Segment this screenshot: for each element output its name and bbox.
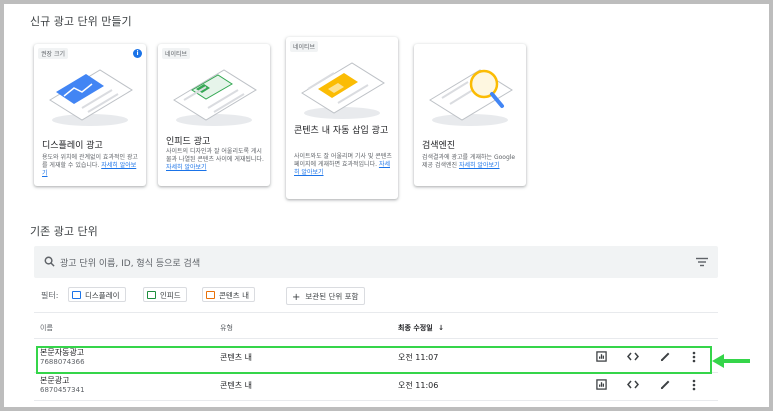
in-article-ad-illustration [301, 62, 385, 119]
search-engine-card[interactable]: 검색엔진 검색결과에 광고를 게재하는 Google 제공 검색엔진 자세히 알… [414, 44, 526, 186]
create-section-title: 신규 광고 단위 만들기 [30, 15, 132, 28]
learn-more-link[interactable]: 자세히 알아보기 [459, 162, 500, 169]
search-engine-illustration [429, 69, 513, 126]
in-article-chip-icon [206, 291, 215, 299]
column-header-format[interactable]: 유형 [220, 323, 233, 333]
info-icon[interactable]: i [133, 49, 142, 58]
card-badge: 네이티브 [290, 41, 319, 52]
report-icon[interactable] [596, 379, 607, 390]
plus-icon: + [292, 292, 301, 303]
display-ad-card[interactable]: 권장 크기 i 디스플레이 광고 용도와 위치에 관계없이 효과적인 광고를 게… [34, 44, 146, 186]
more-vert-icon[interactable] [692, 379, 696, 391]
row-id: 6870457341 [40, 386, 85, 394]
card-badge: 권장 크기 [38, 48, 68, 59]
include-archived-chip[interactable]: + 보관된 단위 포함 [286, 287, 366, 305]
chip-label: 디스플레이 [85, 291, 120, 300]
filter-chip-display[interactable]: 디스플레이 [68, 287, 126, 302]
arrow-left-icon [712, 354, 750, 368]
column-header-modified[interactable]: 최종 수정일 ↓ [398, 323, 444, 333]
chip-label: 콘텐츠 내 [219, 291, 249, 300]
row-name[interactable]: 본문광고 [40, 375, 69, 386]
divider [34, 338, 718, 339]
filter-chip-in-article[interactable]: 콘텐츠 내 [202, 287, 255, 302]
search-bar[interactable]: 광고 단위 이름, ID, 형식 등으로 검색 [34, 246, 718, 278]
filter-label: 필터: [41, 291, 59, 300]
card-title: 디스플레이 광고 [42, 141, 103, 151]
divider [34, 312, 718, 313]
edit-icon[interactable] [660, 379, 671, 390]
infeed-ad-card[interactable]: 네이티브 인피드 광고 사이트의 디자인과 잘 어울리도록 게시물과 나열된 콘… [158, 44, 270, 186]
code-icon[interactable] [627, 380, 639, 389]
card-description: 사이트와도 잘 어울리며 기사 및 콘텐츠 페이지에 게재하면 효과적입니다. … [294, 153, 392, 177]
main-panel: 신규 광고 단위 만들기 권장 크기 i 디스플레이 광고 용도와 위치에 관계… [4, 4, 769, 407]
chip-label: 인피드 [160, 291, 181, 300]
highlight-box [36, 346, 712, 374]
chip-label: 보관된 단위 포함 [305, 292, 359, 301]
filter-list-icon[interactable] [696, 257, 708, 267]
row-modified: 오전 11:06 [398, 381, 439, 390]
card-description: 검색결과에 광고를 게재하는 Google 제공 검색엔진 자세히 알아보기 [422, 154, 520, 170]
card-title: 검색엔진 [422, 141, 456, 151]
card-title: 인피드 광고 [166, 137, 211, 147]
column-header-modified-label: 최종 수정일 [398, 324, 433, 332]
card-badge: 네이티브 [162, 48, 191, 59]
search-placeholder: 광고 단위 이름, ID, 형식 등으로 검색 [60, 259, 201, 269]
display-chip-icon [72, 291, 81, 299]
learn-more-link[interactable]: 자세히 알아보기 [166, 164, 207, 171]
sort-arrow-down-icon: ↓ [438, 324, 444, 332]
divider [34, 400, 718, 401]
infeed-ad-illustration [173, 69, 257, 126]
card-title: 콘텐츠 내 자동 삽입 광고 [294, 126, 389, 136]
in-article-ad-card[interactable]: 네이티브 콘텐츠 내 자동 삽입 광고 사이트와도 잘 어울리며 기사 및 콘텐… [286, 37, 398, 199]
display-ad-illustration [49, 69, 133, 126]
card-desc-text: 사이트의 디자인과 잘 어울리도록 게시물과 나열된 콘텐츠 사이에 게재됩니다… [166, 148, 264, 163]
row-format: 콘텐츠 내 [220, 381, 252, 390]
filter-chip-infeed[interactable]: 인피드 [143, 287, 187, 302]
card-desc-text: 사이트와도 잘 어울리며 기사 및 콘텐츠 페이지에 게재하면 효과적입니다. [294, 153, 392, 168]
card-description: 용도와 위치에 관계없이 효과적인 광고를 게재할 수 있습니다. 자세히 알아… [42, 154, 140, 178]
search-icon [44, 256, 55, 267]
card-description: 사이트의 디자인과 잘 어울리도록 게시물과 나열된 콘텐츠 사이에 게재됩니다… [166, 148, 264, 172]
column-header-name[interactable]: 이름 [40, 323, 53, 333]
infeed-chip-icon [147, 291, 156, 299]
existing-section-title: 기존 광고 단위 [30, 225, 98, 238]
